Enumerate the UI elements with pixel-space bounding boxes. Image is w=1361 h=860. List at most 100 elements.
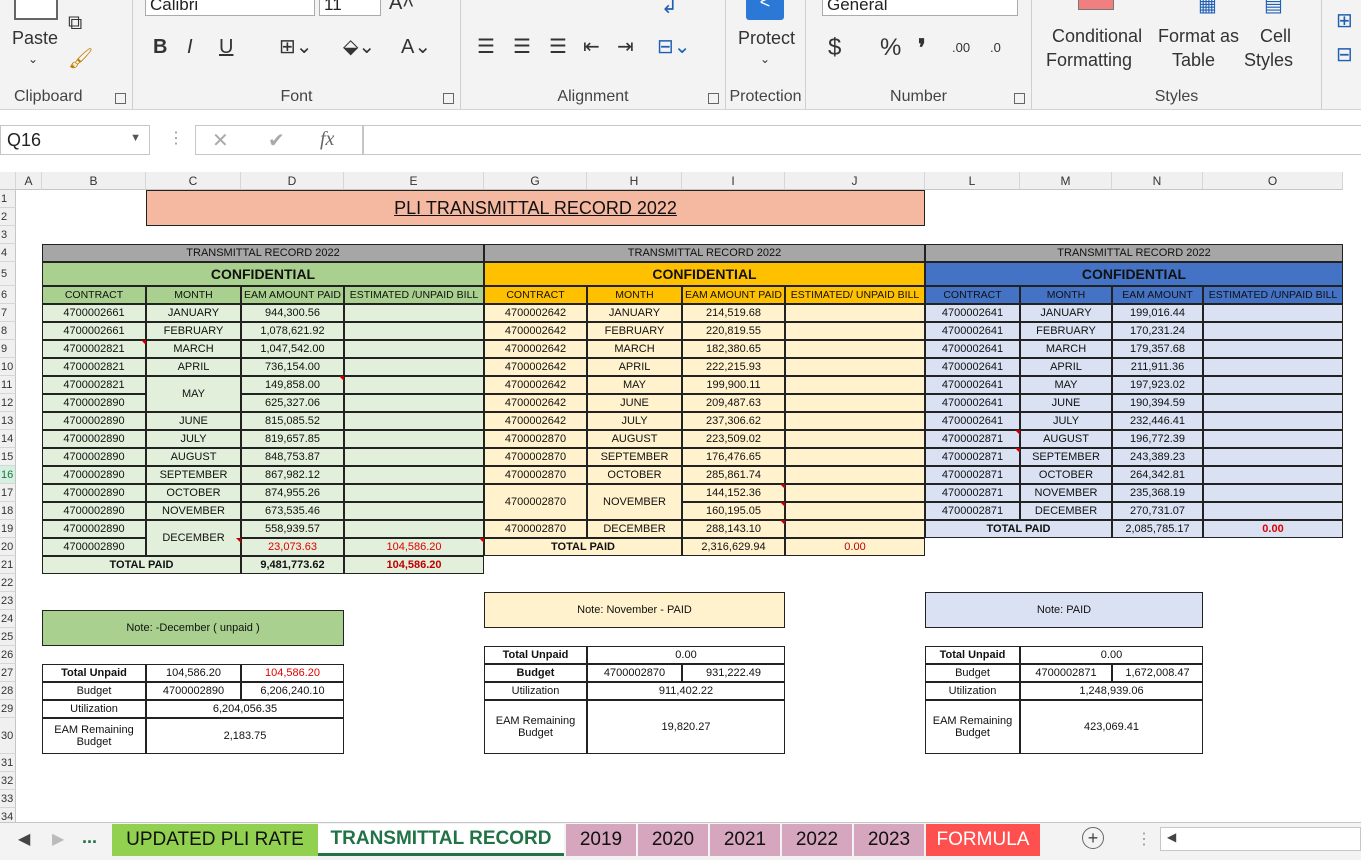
contract-cell[interactable]: 4700002642 [484,394,587,412]
summary-value[interactable]: 0.00 [587,646,785,664]
amount-cell[interactable]: 222,215.93 [682,358,785,376]
amount-cell[interactable]: 23,073.63 [241,538,344,556]
row-header-6[interactable]: 6 [0,286,16,304]
amount-cell[interactable]: 944,300.56 [241,304,344,322]
unpaid-cell[interactable] [785,466,925,484]
month-cell[interactable]: JULY [146,430,241,448]
unpaid-cell[interactable] [785,340,925,358]
amount-cell[interactable]: 235,368.19 [1112,484,1203,502]
unpaid-cell[interactable] [785,448,925,466]
function-icon[interactable]: fx [320,128,334,151]
fill-color-icon[interactable]: ⬙⌄ [343,34,375,59]
amount-cell[interactable]: 209,487.63 [682,394,785,412]
summary-value[interactable]: 1,672,008.47 [1112,664,1203,682]
unpaid-cell[interactable] [1203,376,1343,394]
contract-cell[interactable]: 4700002821 [42,340,146,358]
contract-cell[interactable]: 4700002871 [925,466,1020,484]
unpaid-cell[interactable] [785,502,925,520]
row-header-29[interactable]: 29 [0,700,16,718]
month-cell[interactable]: AUGUST [587,430,682,448]
add-sheet-icon[interactable]: + [1082,827,1104,849]
month-cell[interactable]: APRIL [146,358,241,376]
month-cell[interactable]: SEPTEMBER [146,466,241,484]
format-as-table-button-line2[interactable]: Table [1172,50,1215,71]
row-header-1[interactable]: 1 [0,190,16,208]
tab-2021[interactable]: 2021 [710,824,780,856]
row-header-15[interactable]: 15 [0,448,16,466]
row-header-2[interactable]: 2 [0,208,16,226]
total-label[interactable]: TOTAL PAID [925,520,1112,538]
amount-cell[interactable]: 1,078,621.92 [241,322,344,340]
total-paid[interactable]: 2,085,785.17 [1112,520,1203,538]
row-header-31[interactable]: 31 [0,754,16,772]
month-cell[interactable]: JUNE [1020,394,1112,412]
merge-center-icon[interactable]: ⊟⌄ [657,34,691,59]
amount-cell[interactable]: 285,861.74 [682,466,785,484]
month-cell[interactable]: MAY [146,376,241,412]
total-paid[interactable]: 2,316,629.94 [682,538,785,556]
summary-label[interactable]: Utilization [484,682,587,700]
contract-cell[interactable]: 4700002890 [42,394,146,412]
cell-styles-button-line2[interactable]: Styles [1244,50,1293,71]
cell-styles-icon[interactable]: ▤ [1264,0,1283,17]
amount-cell[interactable]: 288,143.10 [682,520,785,538]
row-header-13[interactable]: 13 [0,412,16,430]
currency-button[interactable]: $ [828,34,841,62]
amount-cell[interactable]: 673,535.46 [241,502,344,520]
contract-cell[interactable]: 4700002870 [484,448,587,466]
protect-button[interactable]: Protect [738,28,795,49]
unpaid-cell[interactable] [344,430,484,448]
grow-font-icon[interactable]: A˄ [389,0,414,15]
cell-styles-button[interactable]: Cell [1260,26,1291,47]
wrap-text-icon[interactable]: ↲ [661,0,678,19]
month-cell[interactable]: JANUARY [587,304,682,322]
month-cell[interactable]: NOVEMBER [1020,484,1112,502]
total-unpaid[interactable]: 0.00 [785,538,925,556]
contract-cell[interactable]: 4700002642 [484,322,587,340]
month-cell[interactable]: NOVEMBER [146,502,241,520]
decrease-decimal-icon[interactable]: .0 [990,40,1001,55]
month-cell[interactable]: APRIL [587,358,682,376]
unpaid-cell[interactable] [785,322,925,340]
copy-icon[interactable]: ⧉ [68,12,82,35]
contract-cell[interactable]: 4700002641 [925,412,1020,430]
row-header-19[interactable]: 19 [0,520,16,538]
column-label[interactable]: CONTRACT [925,286,1020,304]
contract-cell[interactable]: 4700002641 [925,394,1020,412]
paste-button[interactable]: Paste [12,28,58,49]
amount-cell[interactable]: 199,900.11 [682,376,785,394]
summary-value[interactable]: 0.00 [1020,646,1203,664]
month-cell[interactable]: FEBRUARY [1020,322,1112,340]
contract-cell[interactable]: 4700002890 [42,448,146,466]
month-cell[interactable]: DECEMBER [587,520,682,538]
unpaid-cell[interactable] [785,376,925,394]
row-header-21[interactable]: 21 [0,556,16,574]
unpaid-cell[interactable] [1203,448,1343,466]
summary-value[interactable]: 2,183.75 [146,718,344,754]
month-cell[interactable]: FEBRUARY [146,322,241,340]
month-cell[interactable]: MARCH [1020,340,1112,358]
summary-label[interactable]: Budget [925,664,1020,682]
column-header-m[interactable]: M [1020,172,1112,190]
contract-cell[interactable]: 4700002821 [42,358,146,376]
unpaid-cell[interactable] [1203,430,1343,448]
borders-icon[interactable]: ⊞⌄ [279,34,313,59]
scroll-left-icon[interactable]: ◀ [1167,830,1176,844]
summary-value[interactable]: 4700002870 [587,664,682,682]
row-header-11[interactable]: 11 [0,376,16,394]
conditional-formatting-icon[interactable] [1078,0,1114,10]
total-unpaid[interactable]: 104,586.20 [344,556,484,574]
amount-cell[interactable]: 197,923.02 [1112,376,1203,394]
bold-button[interactable]: B [153,36,167,59]
column-header-a[interactable]: A [16,172,42,190]
month-cell[interactable]: JULY [1020,412,1112,430]
contract-cell[interactable]: 4700002821 [42,376,146,394]
contract-cell[interactable]: 4700002890 [42,412,146,430]
amount-cell[interactable]: 182,380.65 [682,340,785,358]
unpaid-cell[interactable] [785,412,925,430]
unpaid-cell[interactable] [785,394,925,412]
tab-2019[interactable]: 2019 [566,824,636,856]
share-icon[interactable]: < [746,0,784,20]
month-cell[interactable]: APRIL [1020,358,1112,376]
contract-cell[interactable]: 4700002870 [484,430,587,448]
